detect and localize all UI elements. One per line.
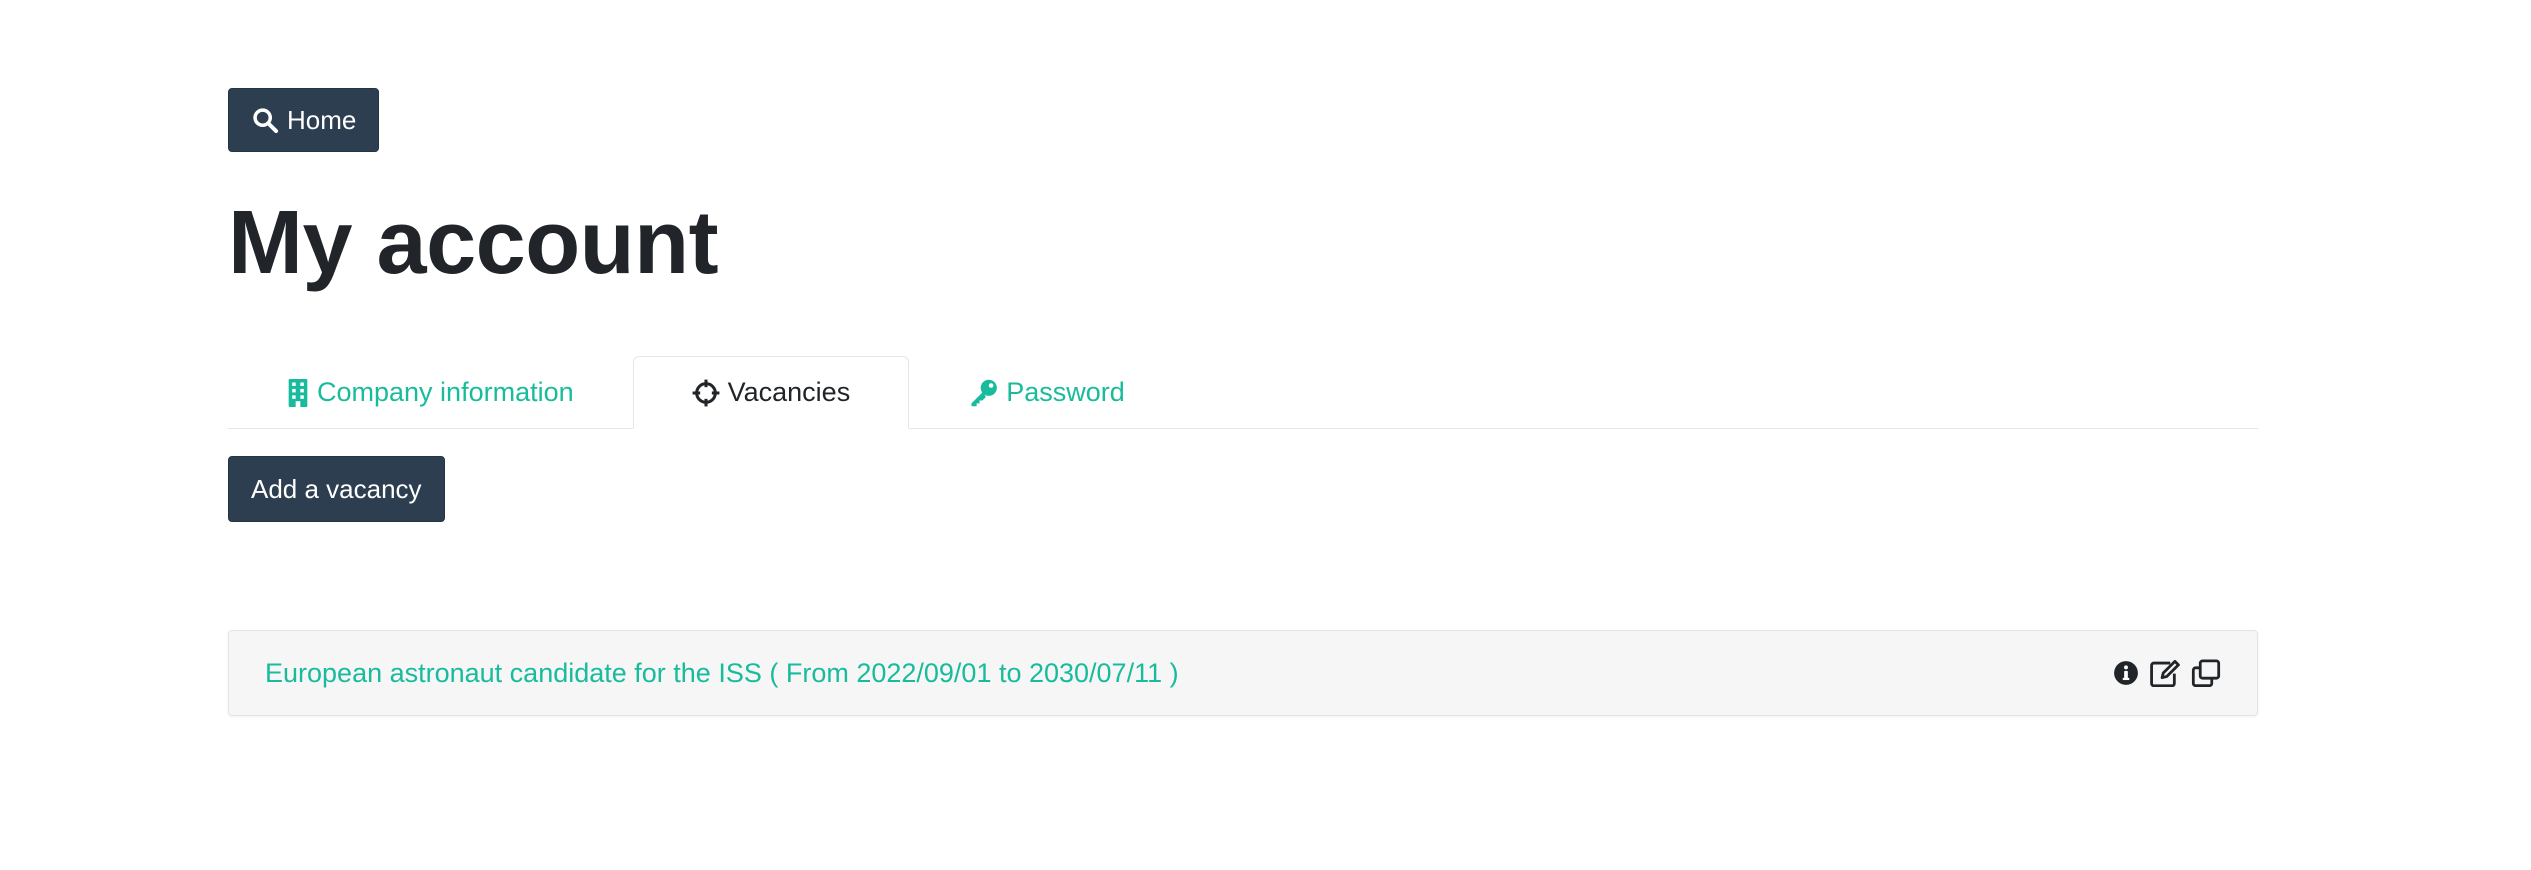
vacancy-actions	[2113, 659, 2221, 687]
edit-icon[interactable]	[2149, 659, 2181, 687]
vacancy-title-link[interactable]: European astronaut candidate for the ISS…	[265, 658, 2113, 689]
tab-company-information-label: Company information	[317, 377, 574, 407]
home-button[interactable]: Home	[228, 88, 380, 152]
account-tabs: Company information Vacancies Password	[228, 356, 2258, 429]
tab-vacancies-label: Vacancies	[727, 377, 851, 407]
tab-password-label: Password	[1006, 377, 1125, 407]
copy-icon[interactable]	[2191, 659, 2221, 687]
tab-password[interactable]: Password	[909, 356, 1184, 429]
tab-vacancies[interactable]: Vacancies	[632, 356, 910, 429]
search-icon	[251, 106, 279, 134]
home-button-label: Home	[287, 105, 357, 135]
add-vacancy-button[interactable]: Add a vacancy	[228, 456, 445, 522]
info-circle-icon[interactable]	[2113, 660, 2139, 686]
main-container: Home My account Company information Vaca…	[228, 88, 2258, 716]
key-icon	[968, 379, 998, 407]
tab-company-information[interactable]: Company information	[228, 356, 633, 429]
vacancy-list-item: European astronaut candidate for the ISS…	[228, 630, 2258, 716]
page-title: My account	[228, 193, 719, 293]
building-icon	[287, 378, 309, 407]
crosshairs-icon	[692, 379, 720, 407]
